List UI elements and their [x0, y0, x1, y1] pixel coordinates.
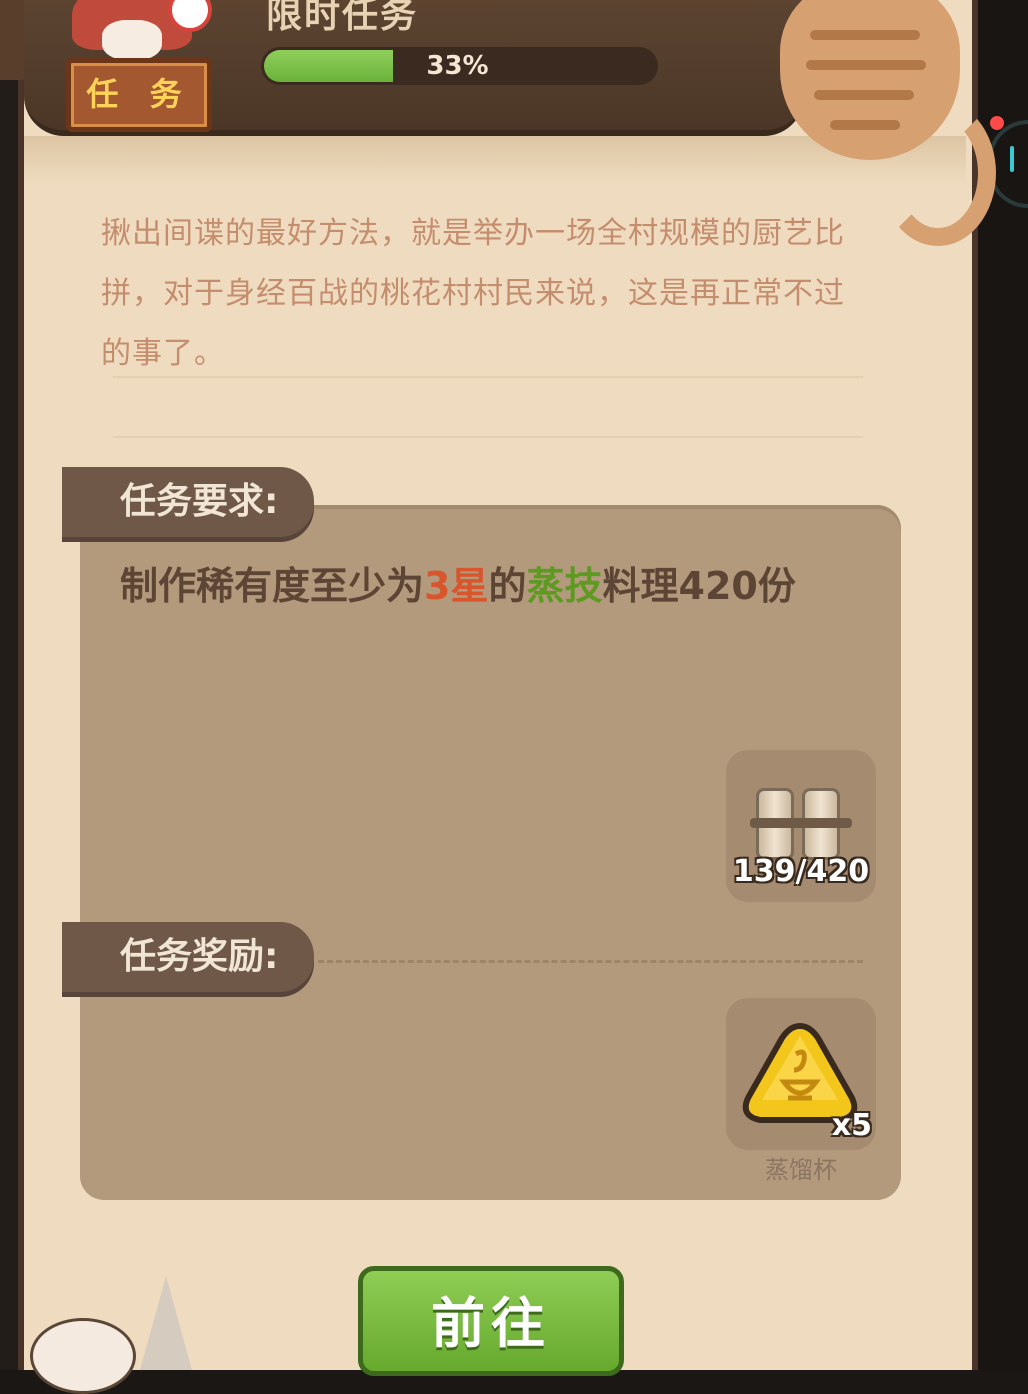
rewards-label: 任务奖励:	[62, 922, 314, 992]
req-star: 3星	[424, 564, 489, 608]
req-mid: 的	[488, 564, 527, 608]
task-plaque: 任 务	[66, 58, 212, 132]
req-category: 蒸技	[526, 564, 603, 608]
task-progress-bar: 33%	[261, 47, 658, 85]
req-prefix: 制作稀有度至少为	[120, 564, 425, 608]
req-suffix: 料理420份	[602, 564, 796, 608]
scroll-icon	[750, 788, 852, 860]
decoration	[140, 1276, 192, 1370]
page-title: 限时任务	[266, 0, 419, 36]
reward-name: 蒸馏杯	[765, 1156, 837, 1184]
reward-count: x5	[831, 1108, 872, 1143]
requirements-label: 任务要求:	[62, 467, 314, 537]
cat-icon	[760, 0, 996, 246]
decoration	[30, 1318, 136, 1394]
reward-item-card[interactable]: x5	[726, 998, 876, 1150]
divider	[113, 376, 863, 378]
requirement-text: 制作稀有度至少为3星的蒸技料理420份	[120, 558, 840, 614]
requirement-progress: 139/420	[732, 854, 870, 889]
requirement-item-card[interactable]: 139/420	[726, 750, 876, 902]
dashed-divider	[318, 960, 863, 963]
task-description: 揪出间谍的最好方法，就是举办一场全村规模的厨艺比拼，对于身经百战的桃花村村民来说…	[101, 216, 845, 371]
divider	[113, 436, 863, 438]
progress-text: 33%	[426, 51, 489, 81]
goto-button[interactable]: 前往	[358, 1266, 624, 1376]
